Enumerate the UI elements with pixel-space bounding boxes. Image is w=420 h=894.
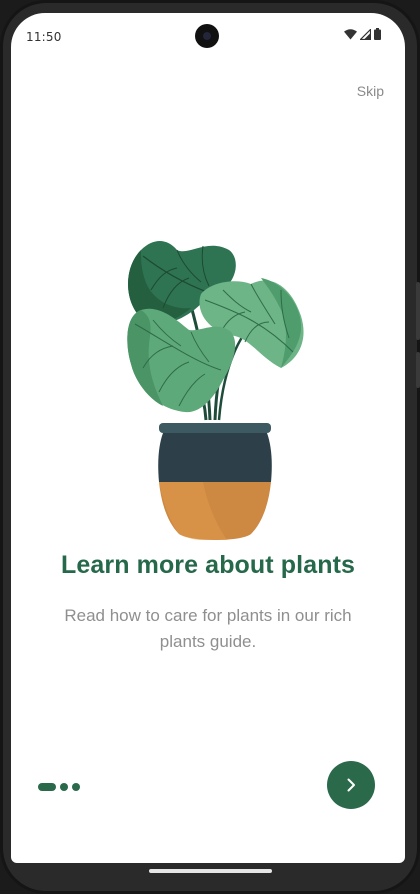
pot-top — [158, 433, 272, 482]
signal-icon — [359, 27, 372, 45]
phone-frame: 11:50 Skip Learn more about plants Read … — [0, 0, 420, 894]
page-dot — [72, 783, 80, 791]
next-button[interactable] — [327, 761, 375, 809]
power-button — [416, 352, 420, 388]
page-dot-active — [38, 783, 56, 791]
status-time: 11:50 — [26, 30, 62, 44]
skip-button[interactable]: Skip — [357, 83, 384, 99]
pot-rim — [159, 423, 271, 433]
volume-button — [416, 282, 420, 340]
page-dot — [60, 783, 68, 791]
home-indicator[interactable] — [149, 869, 272, 873]
front-camera — [195, 24, 219, 48]
chevron-right-icon — [343, 777, 359, 793]
status-icons — [344, 27, 381, 45]
onboarding-description: Read how to care for plants in our rich … — [64, 606, 352, 651]
battery-icon — [374, 27, 381, 45]
wifi-icon — [344, 27, 357, 45]
status-bar: 11:50 — [11, 13, 405, 59]
onboarding-title: Learn more about plants — [60, 551, 355, 579]
page-indicator — [38, 783, 80, 791]
screen: 11:50 Skip Learn more about plants Read … — [11, 13, 405, 863]
potted-plant-illustration — [111, 220, 311, 541]
